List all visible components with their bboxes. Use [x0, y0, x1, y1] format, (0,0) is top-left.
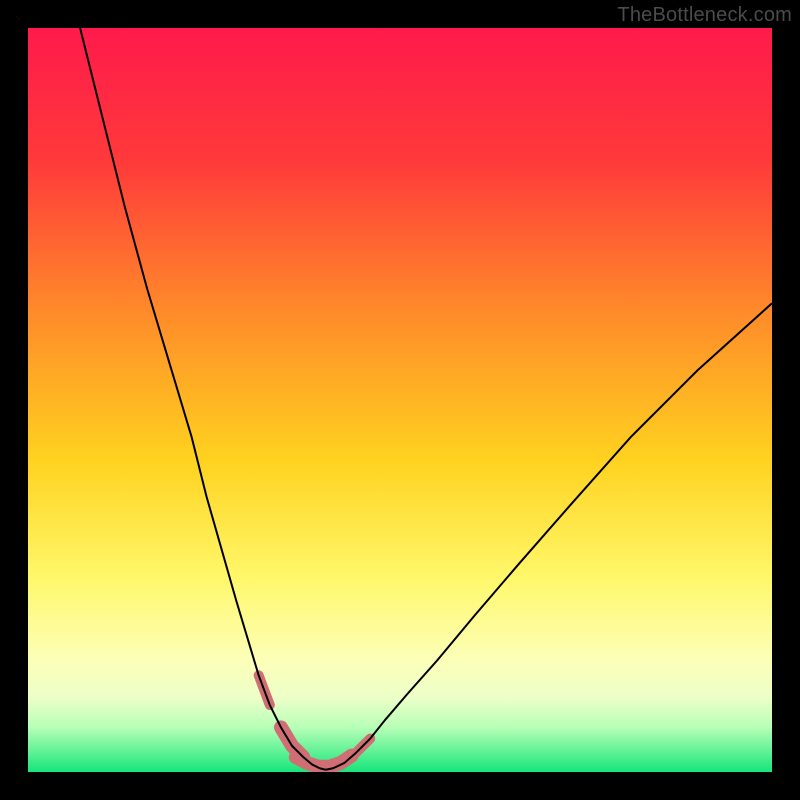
plot-area [28, 28, 772, 772]
watermark-text: TheBottleneck.com [617, 4, 792, 27]
chart-svg [28, 28, 772, 772]
gradient-background [28, 28, 772, 772]
chart-frame: TheBottleneck.com [0, 0, 800, 800]
